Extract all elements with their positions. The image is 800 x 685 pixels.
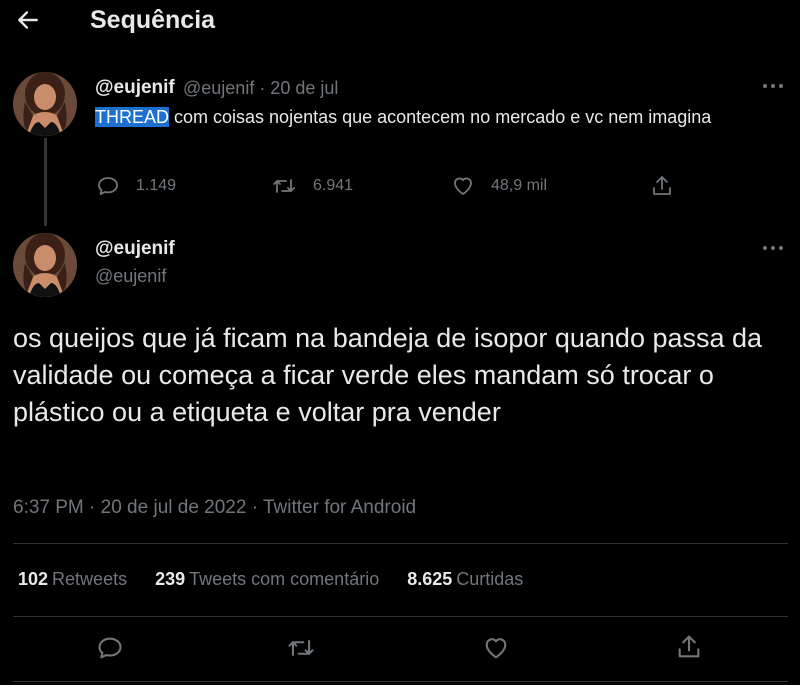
avatar[interactable] — [13, 72, 77, 136]
more-options-button[interactable] — [761, 240, 785, 256]
reply-icon — [98, 177, 118, 195]
divider — [13, 681, 788, 682]
retweet-button[interactable] — [286, 634, 316, 662]
user-handle[interactable]: @eujenif — [95, 266, 166, 287]
likes-stat-label: Curtidas — [456, 569, 524, 589]
heart-icon — [454, 177, 472, 195]
retweets-stat-label: Retweets — [52, 569, 128, 589]
arrow-left-icon — [18, 11, 38, 29]
retweets-stat[interactable]: 102 Retweets — [18, 569, 127, 590]
tweet-meta: @eujenif · 20 de jul — [183, 78, 339, 98]
likes-stat[interactable]: 8.625 Curtidas — [407, 569, 523, 590]
tweet-timestamp: 6:37 PM · 20 de jul de 2022 · Twitter fo… — [13, 497, 417, 518]
tweet-stats: 102 Retweets 239 Tweets com comentário 8.6… — [18, 569, 551, 590]
reply-button[interactable]: 1.149 — [96, 174, 176, 198]
back-button[interactable] — [12, 4, 44, 36]
page-title: Sequência — [90, 6, 216, 34]
quotes-stat-label: Tweets com comentário — [189, 569, 380, 589]
thread-connector — [44, 138, 47, 226]
quotes-stat[interactable]: 239 Tweets com comentário — [155, 569, 379, 590]
divider — [13, 543, 788, 544]
share-icon — [678, 635, 700, 658]
retweets-stat-value: 102 — [18, 569, 49, 589]
tweet-text: THREAD com coisas nojentas que acontecem… — [95, 104, 755, 131]
display-name[interactable]: @eujenif — [95, 238, 175, 260]
retweet-button[interactable]: 6.941 — [271, 174, 353, 198]
retweet-icon — [273, 179, 295, 193]
avatar[interactable] — [13, 233, 77, 297]
selected-text: THREAD — [95, 107, 170, 127]
likes-stat-value: 8.625 — [407, 569, 453, 589]
like-count: 48,9 mil — [491, 177, 548, 194]
heart-icon — [485, 638, 507, 659]
reply-button[interactable] — [96, 634, 124, 662]
retweet-icon — [288, 640, 314, 656]
more-icon — [763, 246, 783, 250]
share-icon — [653, 176, 671, 195]
more-icon — [763, 84, 783, 88]
retweet-count: 6.941 — [313, 177, 354, 194]
tweet-text-rest: com coisas nojentas que acontecem no mer… — [169, 107, 712, 127]
like-button[interactable]: 48,9 mil — [451, 174, 547, 198]
more-options-button[interactable] — [761, 78, 785, 94]
reply-count: 1.149 — [136, 177, 177, 194]
reply-icon — [98, 637, 122, 659]
like-button[interactable] — [482, 634, 510, 662]
display-name[interactable]: @eujenif — [95, 77, 175, 99]
share-button[interactable] — [675, 632, 703, 662]
divider — [13, 616, 788, 617]
quotes-stat-value: 239 — [155, 569, 186, 589]
share-button[interactable] — [650, 174, 674, 198]
tweet-text: os queijos que já ficam na bandeja de is… — [13, 323, 763, 427]
